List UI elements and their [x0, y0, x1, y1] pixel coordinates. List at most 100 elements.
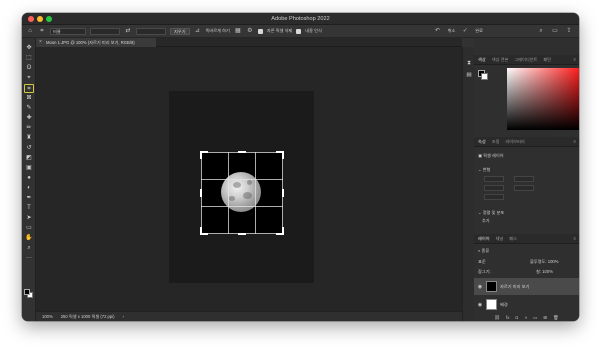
color-picker-field[interactable]	[507, 68, 579, 130]
panel-menu-icon[interactable]: ≡	[574, 236, 579, 241]
move-tool-icon[interactable]: ✥	[24, 44, 34, 53]
layer-filter-kind[interactable]: ⌕ 종류	[478, 248, 489, 254]
canvas-workspace[interactable]	[36, 47, 462, 319]
height-field[interactable]	[136, 27, 166, 35]
crop-preview-area[interactable]	[200, 151, 284, 235]
history-icon[interactable]: ⧗	[465, 59, 473, 67]
tab-adjustments[interactable]: 조정	[492, 139, 500, 145]
marquee-tool-icon[interactable]: ⬚	[24, 54, 34, 63]
close-tab-icon[interactable]: ×	[39, 38, 42, 47]
fx-icon[interactable]: fx	[506, 315, 510, 321]
folder-icon[interactable]: ▭	[533, 315, 537, 321]
background-color-swatch[interactable]	[481, 73, 488, 80]
tab-swatches[interactable]: 색상 견본	[492, 57, 509, 63]
mask-icon[interactable]: ◘	[516, 315, 519, 321]
settings-gear-icon[interactable]: ⚙	[246, 27, 254, 35]
content-aware-checkbox[interactable]	[296, 28, 302, 34]
crop-handle-top[interactable]	[238, 151, 246, 153]
height-input[interactable]	[514, 176, 534, 182]
dodge-tool-icon[interactable]: ◐	[24, 184, 34, 193]
straighten-label[interactable]: 똑바르게 하기	[206, 28, 230, 34]
y-input[interactable]	[514, 185, 534, 191]
type-tool-icon[interactable]: T	[24, 204, 34, 213]
close-window-button[interactable]	[28, 16, 34, 22]
eye-icon[interactable]: ◉	[477, 284, 483, 290]
more-tools-icon[interactable]: ···	[24, 254, 34, 263]
link-icon[interactable]: ⛓	[494, 315, 500, 321]
cancel-button[interactable]: 취소	[448, 28, 456, 34]
crop-handle-bottom-right[interactable]	[282, 227, 284, 235]
brush-tool-icon[interactable]: ✏	[24, 124, 34, 133]
swap-icon[interactable]: ⇄	[124, 27, 132, 35]
commit-button[interactable]: 완료	[475, 28, 483, 34]
comments-icon[interactable]: ▤	[465, 71, 473, 79]
straighten-icon[interactable]: ⊿	[194, 27, 202, 35]
clear-button[interactable]: 지우기	[170, 27, 190, 35]
hand-tool-icon[interactable]: ✋	[24, 234, 34, 243]
maximize-window-button[interactable]	[46, 16, 52, 22]
tab-properties[interactable]: 속성	[478, 139, 486, 145]
shape-tool-icon[interactable]: ▭	[24, 224, 34, 233]
frame-tool-icon[interactable]: ⊠	[24, 94, 34, 103]
commit-icon[interactable]: ✓	[461, 27, 469, 35]
spot-heal-tool-icon[interactable]: ✚	[24, 114, 34, 123]
layer-row-crop-preview[interactable]: ◉ 자르기 미리 보기	[474, 278, 579, 295]
gradient-tool-icon[interactable]: ▣	[24, 164, 34, 173]
zoom-level[interactable]: 100%	[42, 314, 53, 319]
eyedropper-tool-icon[interactable]: ✎	[24, 104, 34, 113]
tab-paths[interactable]: 패스	[509, 236, 517, 242]
delete-cropped-checkbox[interactable]	[257, 28, 263, 34]
object-select-tool-icon[interactable]: ⌖	[24, 74, 34, 83]
workspace-icon[interactable]: ▭	[551, 27, 559, 35]
align-section-label[interactable]: ⌄ 정렬 및 분포	[478, 210, 504, 216]
eye-icon[interactable]: ◉	[477, 302, 483, 308]
pen-tool-icon[interactable]: ✒	[24, 194, 34, 203]
zoom-tool-icon[interactable]: ⌕	[24, 244, 34, 253]
crop-handle-bottom[interactable]	[238, 233, 246, 235]
share-icon[interactable]: ⇪	[565, 27, 573, 35]
new-layer-icon[interactable]: ⊞	[543, 315, 547, 321]
tab-gradients[interactable]: 그레이디언트	[514, 57, 537, 63]
angle-input[interactable]	[484, 194, 504, 200]
crop-handle-bottom-left[interactable]	[200, 227, 202, 235]
adjustment-icon[interactable]: ◑	[524, 315, 527, 321]
layer-row-background[interactable]: ◉ 배경	[474, 296, 579, 313]
transform-section-label[interactable]: ⌄ 변형	[478, 167, 490, 173]
crop-preset-icon[interactable]: ⌗	[38, 27, 46, 35]
width-field[interactable]	[90, 27, 120, 35]
crop-handle-top-right[interactable]	[282, 151, 284, 159]
document-tab[interactable]: × Moon 1.JPG @ 100% (자르기 미리 보기, RGB/8)	[36, 38, 156, 47]
crop-handle-right[interactable]	[282, 189, 284, 197]
trash-icon[interactable]: 🗑	[553, 315, 559, 321]
toolbar-foreground-swatch[interactable]	[24, 289, 30, 295]
ratio-select[interactable]: 비율	[50, 27, 86, 35]
tab-color[interactable]: 색상	[478, 57, 486, 63]
stamp-tool-icon[interactable]: ♜	[24, 134, 34, 143]
search-icon[interactable]: ⌕	[537, 27, 545, 35]
blur-tool-icon[interactable]: ●	[24, 174, 34, 183]
crop-handle-left[interactable]	[200, 189, 202, 197]
tab-libraries[interactable]: 라이브러리	[505, 139, 524, 145]
path-select-tool-icon[interactable]: ➤	[24, 214, 34, 223]
fill-control[interactable]: 칠: 100%	[536, 269, 553, 275]
crop-tool-icon[interactable]: ⌗	[24, 84, 34, 93]
tab-layers[interactable]: 레이어	[478, 236, 490, 242]
x-input[interactable]	[484, 185, 504, 191]
overlay-grid-icon[interactable]: ▦	[234, 27, 242, 35]
crop-handle-top-left[interactable]	[200, 151, 202, 159]
width-input[interactable]	[484, 176, 504, 182]
tab-channels[interactable]: 채널	[496, 236, 504, 242]
eraser-tool-icon[interactable]: ◩	[24, 154, 34, 163]
tab-patterns[interactable]: 패턴	[543, 57, 551, 63]
home-icon[interactable]: ⌂	[26, 27, 34, 35]
blend-mode-select[interactable]: 표준	[478, 259, 486, 265]
lasso-tool-icon[interactable]: ʘ	[24, 64, 34, 73]
minimize-window-button[interactable]	[37, 16, 43, 22]
align-more-label[interactable]: 추가	[482, 218, 490, 224]
panel-menu-icon[interactable]: ≡	[574, 139, 579, 144]
status-arrow-icon[interactable]: ›	[123, 314, 124, 319]
opacity-control[interactable]: 불투명도: 100%	[530, 259, 558, 265]
reset-icon[interactable]: ↶	[434, 27, 442, 35]
history-brush-tool-icon[interactable]: ↺	[24, 144, 34, 153]
panel-menu-icon[interactable]: ≡	[574, 57, 579, 62]
